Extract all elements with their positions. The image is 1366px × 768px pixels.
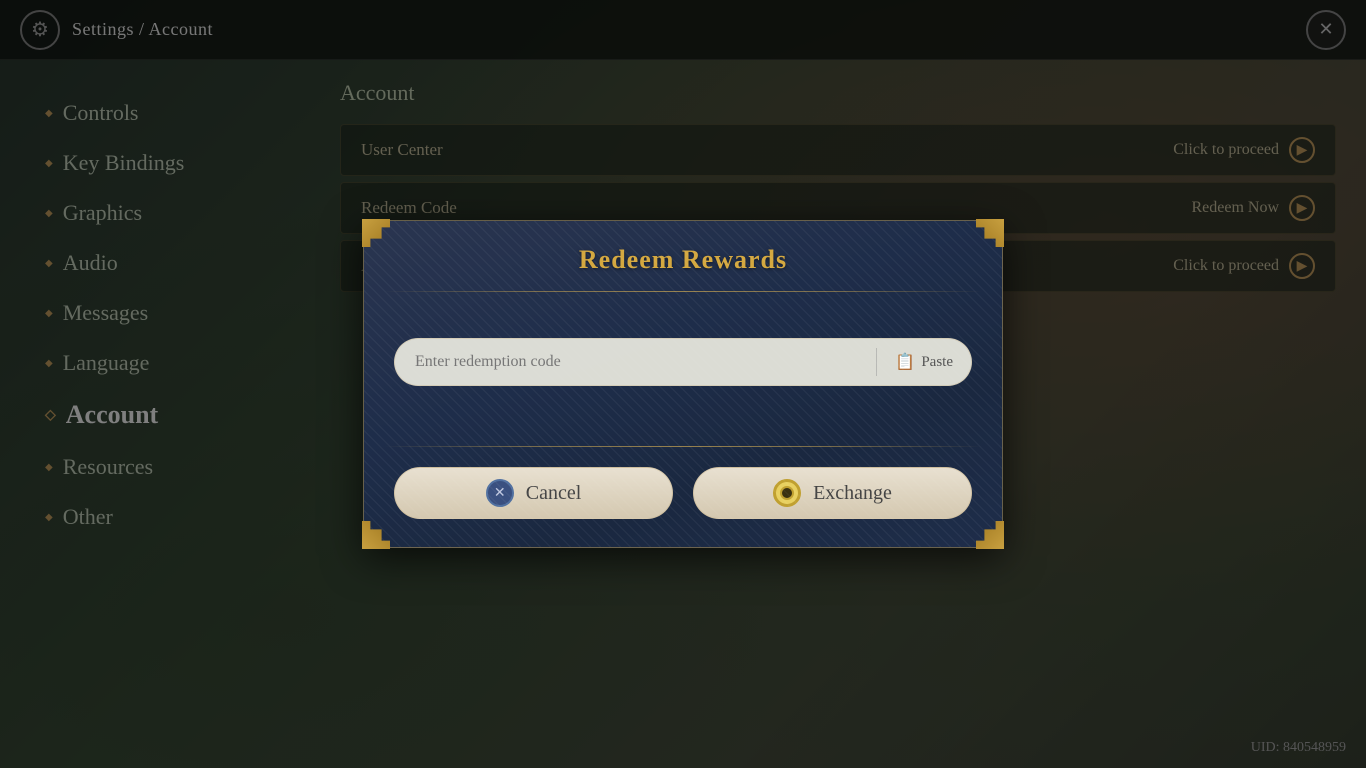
modal-header: Redeem Rewards: [364, 221, 1002, 275]
modal-overlay: Redeem Rewards 📋 Paste ✕ Cancel: [0, 0, 1366, 768]
redemption-input-wrapper[interactable]: 📋 Paste: [394, 338, 972, 386]
cancel-icon: ✕: [486, 479, 514, 507]
modal-buttons: ✕ Cancel Exchange: [364, 467, 1002, 547]
modal-header-divider: [384, 291, 982, 292]
paste-label: Paste: [921, 354, 953, 371]
redeem-rewards-modal: Redeem Rewards 📋 Paste ✕ Cancel: [363, 220, 1003, 548]
paste-icon: 📋: [895, 352, 915, 372]
redemption-code-input[interactable]: [415, 353, 868, 371]
exchange-label: Exchange: [813, 482, 892, 505]
modal-footer-divider: [384, 446, 982, 447]
input-divider: [876, 348, 877, 376]
cancel-button[interactable]: ✕ Cancel: [394, 467, 673, 519]
modal-body: 📋 Paste: [364, 308, 1002, 436]
cancel-label: Cancel: [526, 482, 582, 505]
exchange-icon: [773, 479, 801, 507]
paste-button[interactable]: 📋 Paste: [885, 346, 963, 378]
modal-title: Redeem Rewards: [394, 245, 972, 275]
exchange-button[interactable]: Exchange: [693, 467, 972, 519]
